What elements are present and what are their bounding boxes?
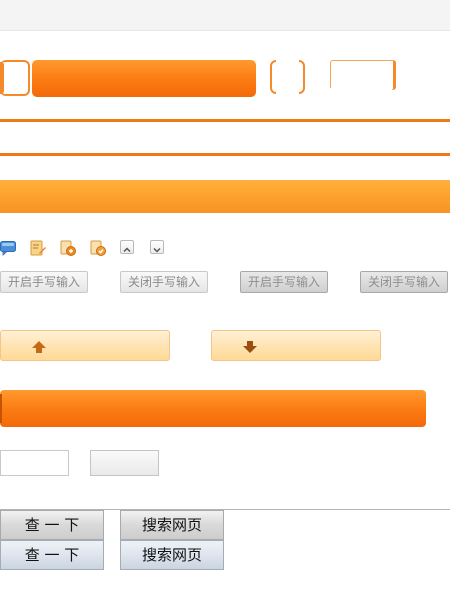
open-handwriting-button[interactable]: 开启手写输入 bbox=[0, 271, 88, 293]
close-handwriting-button[interactable]: 关闭手写输入 bbox=[120, 271, 208, 293]
close-handwriting-button-pressed[interactable]: 关闭手写输入 bbox=[360, 271, 448, 293]
move-down-button[interactable] bbox=[211, 330, 381, 361]
move-up-button[interactable] bbox=[0, 330, 170, 361]
large-orange-bar[interactable] bbox=[0, 390, 426, 427]
text-input[interactable] bbox=[0, 450, 69, 476]
orange-divider-top bbox=[0, 119, 450, 122]
search-web-button-hover[interactable]: 搜索网页 bbox=[120, 540, 224, 570]
orange-button-bar[interactable] bbox=[32, 60, 256, 97]
small-orange-frame bbox=[270, 60, 305, 94]
tab-frame[interactable] bbox=[330, 60, 396, 90]
chevron-down-icon[interactable] bbox=[150, 240, 164, 254]
search-web-button[interactable]: 搜索网页 bbox=[120, 510, 224, 540]
top-band bbox=[0, 0, 450, 31]
arrow-up-icon bbox=[31, 339, 47, 353]
left-bracket-frame bbox=[0, 60, 30, 96]
check-document-icon[interactable] bbox=[90, 240, 106, 256]
open-handwriting-button-pressed[interactable]: 开启手写输入 bbox=[240, 271, 328, 293]
plain-button[interactable] bbox=[90, 450, 159, 476]
chevron-up-icon[interactable] bbox=[120, 240, 134, 254]
edit-icon[interactable] bbox=[30, 240, 46, 256]
orange-header-strip bbox=[0, 180, 450, 213]
query-button[interactable]: 查 一 下 bbox=[0, 510, 104, 540]
query-button-hover[interactable]: 查 一 下 bbox=[0, 540, 104, 570]
arrow-down-icon bbox=[242, 339, 258, 353]
add-document-icon[interactable] bbox=[60, 240, 76, 256]
orange-divider-bottom bbox=[0, 153, 450, 156]
comment-icon[interactable] bbox=[0, 240, 16, 256]
